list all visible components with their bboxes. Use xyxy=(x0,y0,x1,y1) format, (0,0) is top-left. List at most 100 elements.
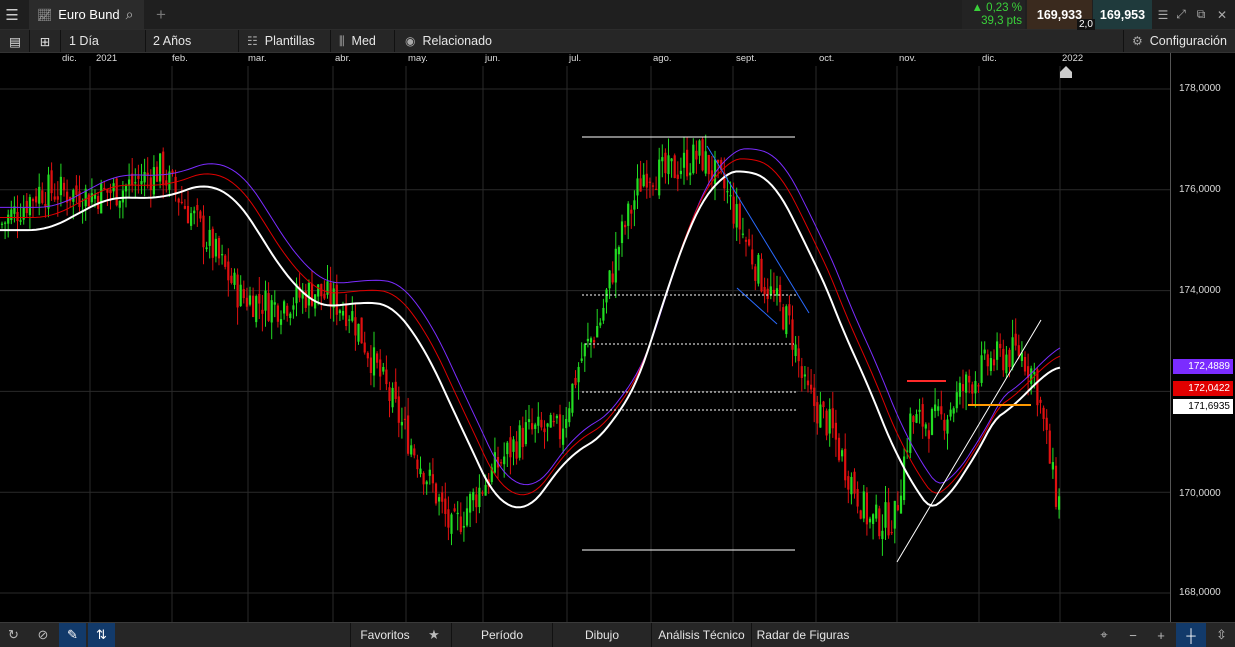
price-chart[interactable] xyxy=(0,66,1170,622)
list-icon[interactable]: ▤ xyxy=(5,30,25,52)
candle-body xyxy=(500,462,503,464)
price-axis[interactable]: 178,0000 176,0000 174,0000 170,0000 168,… xyxy=(1170,53,1235,622)
pencil-icon[interactable]: ✎ xyxy=(59,623,86,647)
candle-body xyxy=(453,508,456,512)
range-select[interactable]: 2 Años xyxy=(145,30,237,52)
add-tab-icon[interactable]: + xyxy=(152,0,170,29)
refresh-icon[interactable]: ↻ xyxy=(0,623,27,647)
candle-body xyxy=(813,387,816,406)
candle-body xyxy=(940,406,943,415)
candle-body xyxy=(977,385,980,387)
candle-body xyxy=(87,194,90,207)
buy-price-button[interactable]: 169,953 xyxy=(1093,0,1152,29)
magnet-icon[interactable]: ⇅ xyxy=(88,623,115,647)
candle-body xyxy=(174,176,177,193)
candle-body xyxy=(589,338,593,343)
candle-body xyxy=(159,153,162,182)
crosshair-icon[interactable]: ⌖ xyxy=(1090,623,1118,647)
ma-slow-tag: 172,4889 xyxy=(1173,359,1233,374)
search-icon[interactable]: ⌕ xyxy=(126,6,134,23)
close-icon[interactable]: ✕ xyxy=(1212,0,1232,29)
zoom-out-icon[interactable]: − xyxy=(1120,623,1146,647)
drawing-tab[interactable]: Dibujo xyxy=(552,623,651,647)
candle-body xyxy=(90,193,93,203)
candle-body xyxy=(425,481,428,485)
candle-body xyxy=(571,383,574,413)
candle-body xyxy=(363,342,366,353)
candle-body xyxy=(239,284,242,307)
candle-body xyxy=(177,198,180,203)
zoom-in-icon[interactable]: + xyxy=(1148,623,1174,647)
candle-body xyxy=(862,491,865,519)
month-label: dic. xyxy=(982,53,997,64)
candle-body xyxy=(636,178,639,196)
expand-icon[interactable]: ⤢ xyxy=(1171,0,1191,29)
candle-body xyxy=(341,310,345,316)
price-tick: 168,0000 xyxy=(1179,587,1221,598)
fit-vertical-icon[interactable]: ⇳ xyxy=(1208,623,1235,647)
month-label: may. xyxy=(408,53,428,64)
candle-body xyxy=(422,472,425,485)
candle-body xyxy=(744,239,748,242)
candle-body xyxy=(943,419,946,431)
home-marker-icon[interactable] xyxy=(1060,66,1072,78)
candle-body xyxy=(47,174,50,209)
candle-body xyxy=(782,307,785,330)
candle-body xyxy=(372,347,376,376)
month-label: ago. xyxy=(653,53,672,64)
period-tab[interactable]: Período xyxy=(451,623,552,647)
candle-body xyxy=(19,220,22,222)
candles-icon: ⫼ xyxy=(339,33,345,48)
month-label: abr. xyxy=(335,53,351,64)
candle-body xyxy=(825,410,828,436)
candle-body xyxy=(512,439,515,452)
candle-body xyxy=(679,170,682,175)
candle-body xyxy=(354,317,357,336)
candle-body xyxy=(890,531,893,534)
disable-icon[interactable]: ⊘ xyxy=(29,623,57,647)
candle-body xyxy=(958,382,961,397)
candle-body xyxy=(673,155,676,179)
candle-body xyxy=(775,288,779,296)
candle-body xyxy=(999,343,1002,349)
templates-button[interactable]: ☷ Plantillas xyxy=(238,30,329,52)
candle-body xyxy=(162,151,165,186)
candle-body xyxy=(682,152,686,168)
candle-body xyxy=(335,284,338,315)
related-button[interactable]: ◉ Relacionado xyxy=(394,30,504,52)
settings-button[interactable]: ⚙ Configuración xyxy=(1123,30,1235,52)
candle-body xyxy=(729,195,732,197)
candle-body xyxy=(896,505,899,511)
candle-body xyxy=(484,484,487,496)
candle-body xyxy=(193,210,196,214)
candle-body xyxy=(345,304,348,327)
hamburger-icon[interactable]: ☰ xyxy=(0,0,24,29)
timeframe-select[interactable]: 1 Día xyxy=(60,30,144,52)
candle-body xyxy=(757,254,760,284)
candle-body xyxy=(707,154,710,175)
favorites-tab[interactable]: Favoritos xyxy=(350,623,419,647)
popout-icon[interactable]: ⧉ xyxy=(1191,0,1211,29)
candle-body xyxy=(992,359,996,366)
crosshair-toggle-icon[interactable]: ┼ xyxy=(1176,623,1206,647)
layout-grid-icon[interactable]: ⊞ xyxy=(29,30,60,52)
candle-body xyxy=(10,209,13,221)
price-type-button[interactable]: ⫼ Med xyxy=(330,30,393,52)
candle-body xyxy=(255,296,258,323)
technical-analysis-tab[interactable]: Análisis Técnico xyxy=(651,623,751,647)
pattern-radar-tab[interactable]: Radar de Figuras xyxy=(751,623,854,647)
instrument-tab[interactable]: 📈︎ Euro Bund ⌕ xyxy=(29,0,144,29)
candle-body xyxy=(211,228,214,258)
star-icon[interactable]: ★ xyxy=(418,623,450,647)
candle-body xyxy=(236,274,239,308)
candle-body xyxy=(524,422,527,445)
candle-body xyxy=(279,319,283,325)
month-label: feb. xyxy=(172,53,188,64)
candle-body xyxy=(317,284,320,297)
list-icon[interactable]: ☰ xyxy=(1153,0,1173,29)
candle-body xyxy=(605,289,608,303)
candle-body xyxy=(531,423,534,430)
candle-body xyxy=(410,445,413,455)
candle-body xyxy=(366,352,369,359)
candle-body xyxy=(918,409,921,412)
